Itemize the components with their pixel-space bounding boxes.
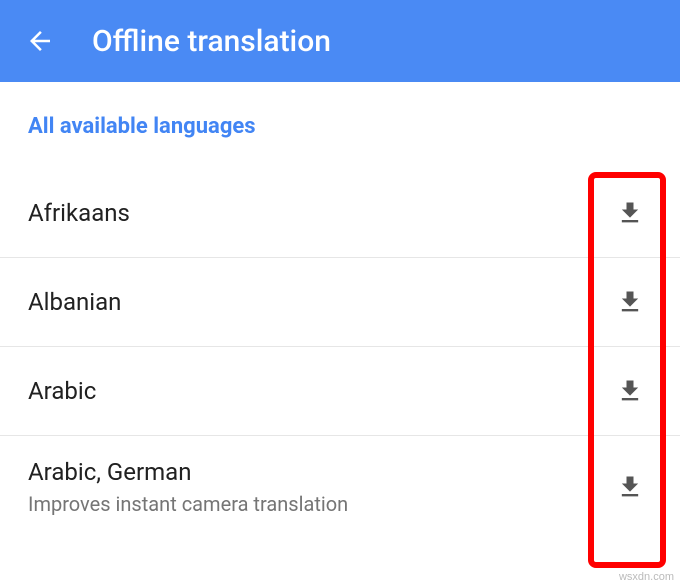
language-name: Arabic: [28, 377, 96, 405]
watermark: wsxdn.com: [619, 571, 674, 583]
language-text: Arabic: [28, 377, 96, 405]
language-text: Albanian: [28, 288, 121, 316]
page-title: Offline translation: [92, 24, 331, 59]
language-text: Arabic, German Improves instant camera t…: [28, 458, 348, 516]
download-icon: [616, 288, 644, 316]
download-icon: [616, 377, 644, 405]
download-button[interactable]: [608, 191, 652, 235]
language-list: Afrikaans Albanian Arabic: [0, 169, 680, 538]
language-name: Arabic, German: [28, 458, 348, 486]
download-button[interactable]: [608, 280, 652, 324]
back-button[interactable]: [20, 21, 60, 61]
download-button[interactable]: [608, 465, 652, 509]
language-name: Albanian: [28, 288, 121, 316]
section-header: All available languages: [0, 110, 680, 169]
language-text: Afrikaans: [28, 199, 130, 227]
language-name: Afrikaans: [28, 199, 130, 227]
list-item[interactable]: Afrikaans: [0, 169, 680, 258]
list-item[interactable]: Albanian: [0, 258, 680, 347]
app-bar: Offline translation: [0, 0, 680, 82]
language-subtitle: Improves instant camera translation: [28, 492, 348, 516]
content: All available languages Afrikaans Albani…: [0, 82, 680, 538]
list-item[interactable]: Arabic, German Improves instant camera t…: [0, 436, 680, 538]
arrow-back-icon: [25, 26, 55, 56]
download-icon: [616, 473, 644, 501]
download-button[interactable]: [608, 369, 652, 413]
list-item[interactable]: Arabic: [0, 347, 680, 436]
download-icon: [616, 199, 644, 227]
